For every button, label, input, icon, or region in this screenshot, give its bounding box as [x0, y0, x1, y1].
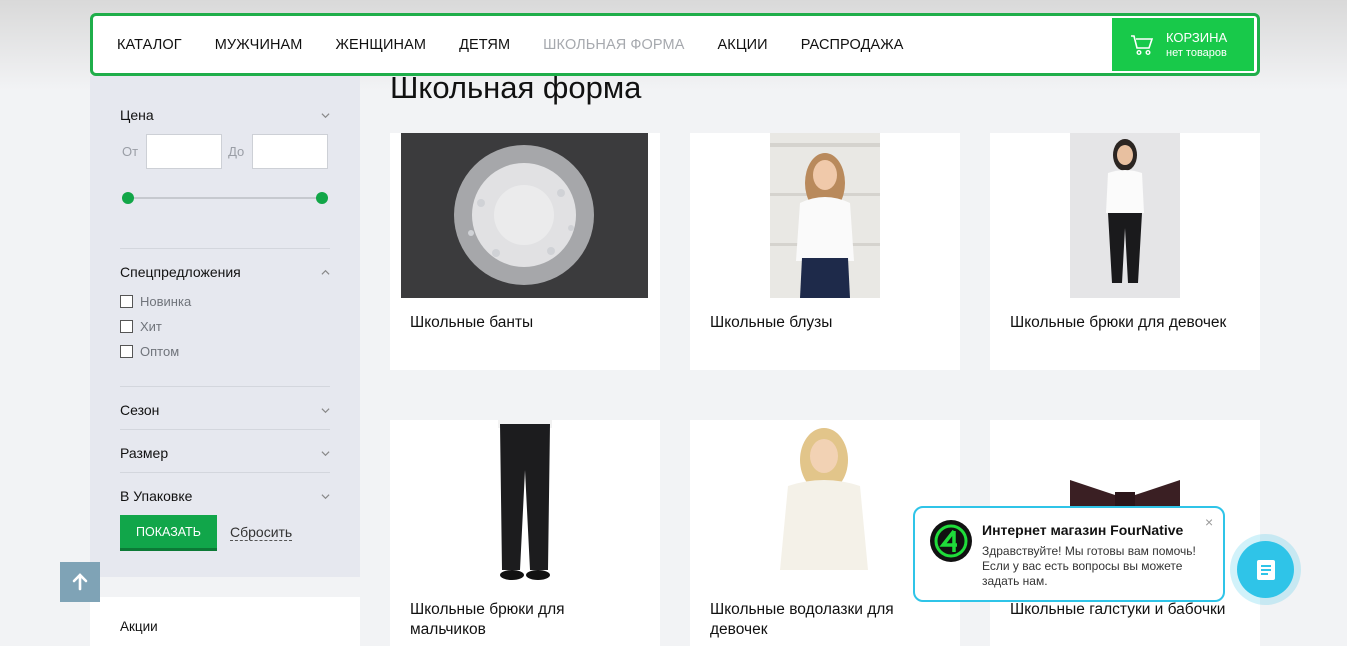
price-slider-max-handle[interactable] [316, 192, 328, 204]
product-name: Школьные брюки для мальчиков [410, 601, 565, 638]
divider [120, 429, 330, 430]
divider [120, 248, 330, 249]
product-image-blouses [770, 133, 880, 298]
product-name: Школьные банты [410, 314, 534, 331]
chevron-up-icon [321, 269, 330, 275]
price-from-input[interactable] [146, 134, 223, 169]
price-range-inputs: От До [122, 134, 334, 169]
product-name: Школьные блузы [710, 314, 833, 331]
filter-special-header[interactable]: Спецпредложения [120, 264, 330, 280]
price-slider-min-handle[interactable] [122, 192, 134, 204]
product-card-blouses[interactable]: Школьные блузы [690, 133, 960, 370]
checkbox-label: Новинка [140, 294, 192, 309]
show-button[interactable]: ПОКАЗАТЬ [120, 515, 217, 551]
price-from-label: От [122, 144, 139, 159]
filter-package-header[interactable]: В Упаковке [120, 488, 330, 504]
product-image-turtlenecks [760, 420, 888, 585]
filter-size-label: Размер [120, 445, 169, 461]
nav-item-women[interactable]: ЖЕНЩИНАМ [336, 37, 427, 53]
product-image-ties [1070, 420, 1180, 520]
chevron-down-icon [321, 450, 330, 456]
product-name: Школьные галстуки и бабочки [1010, 601, 1226, 618]
reset-link[interactable]: Сбросить [230, 524, 293, 541]
cart-button[interactable]: КОРЗИНА нет товаров [1112, 18, 1254, 71]
sidebar-links: Акции [90, 597, 360, 646]
nav-item-promotions[interactable]: АКЦИИ [718, 37, 768, 53]
nav-item-sale[interactable]: РАСПРОДАЖА [801, 37, 904, 53]
nav-item-kids[interactable]: ДЕТЯМ [459, 37, 510, 53]
filter-price-header[interactable]: Цена [120, 107, 330, 123]
product-card-girls-trousers[interactable]: Школьные брюки для девочек [990, 133, 1260, 370]
checkbox-box[interactable] [120, 295, 133, 308]
checkbox-hit[interactable]: Хит [120, 319, 162, 334]
checkbox-label: Хит [140, 319, 162, 334]
filter-price-label: Цена [120, 107, 154, 123]
chat-popup[interactable]: Интернет магазин FourNative Здравствуйте… [913, 506, 1225, 602]
checkbox-new[interactable]: Новинка [120, 294, 191, 309]
chat-avatar [930, 520, 972, 562]
filter-season-label: Сезон [120, 402, 160, 418]
product-card-bows[interactable]: Школьные банты [390, 133, 660, 370]
page-title: Школьная форма [390, 70, 642, 105]
nav-item-men[interactable]: МУЖЧИНАМ [215, 37, 303, 53]
product-image-boys-trousers [470, 420, 580, 585]
filter-package-label: В Упаковке [120, 488, 193, 504]
chevron-down-icon [321, 493, 330, 499]
cart-title: КОРЗИНА [1166, 30, 1228, 45]
price-to-label: До [228, 144, 245, 159]
scroll-to-top-button[interactable] [60, 562, 100, 602]
main-nav: КАТАЛОГ МУЖЧИНАМ ЖЕНЩИНАМ ДЕТЯМ ШКОЛЬНАЯ… [90, 13, 1260, 76]
chevron-down-icon [321, 112, 330, 118]
filter-sidebar: Цена От До Спецпредложения Новинка Хит О… [90, 76, 360, 577]
filter-season-header[interactable]: Сезон [120, 402, 330, 418]
filter-special-label: Спецпредложения [120, 264, 241, 280]
divider [120, 386, 330, 387]
product-image-bows [401, 133, 648, 298]
chat-message: Здравствуйте! Мы готовы вам помочь! Если… [982, 544, 1196, 588]
nav-item-school-uniform[interactable]: ШКОЛЬНАЯ ФОРМА [543, 37, 684, 53]
chevron-down-icon [321, 407, 330, 413]
cart-icon [1131, 34, 1154, 55]
price-slider-track[interactable] [128, 197, 322, 199]
price-to-input[interactable] [252, 134, 329, 169]
nav-item-catalog[interactable]: КАТАЛОГ [117, 37, 182, 53]
checkbox-box[interactable] [120, 345, 133, 358]
chat-open-button[interactable] [1237, 541, 1294, 598]
cart-status: нет товаров [1166, 47, 1227, 59]
product-card-boys-trousers[interactable]: Школьные брюки для мальчиков [390, 420, 660, 646]
checkbox-label: Оптом [140, 344, 180, 359]
filter-size-header[interactable]: Размер [120, 445, 330, 461]
chat-icon [1256, 559, 1275, 580]
product-name: Школьные водолазки для девочек [710, 601, 894, 638]
chat-title: Интернет магазин FourNative [982, 522, 1184, 538]
product-name: Школьные брюки для девочек [1010, 314, 1227, 331]
checkbox-box[interactable] [120, 320, 133, 333]
sidebar-link-promotions[interactable]: Акции [120, 619, 158, 634]
divider [120, 472, 330, 473]
close-icon[interactable]: × [1205, 514, 1213, 530]
product-image-girls-trousers [1070, 133, 1180, 298]
checkbox-wholesale[interactable]: Оптом [120, 344, 179, 359]
arrow-up-icon [72, 573, 88, 591]
